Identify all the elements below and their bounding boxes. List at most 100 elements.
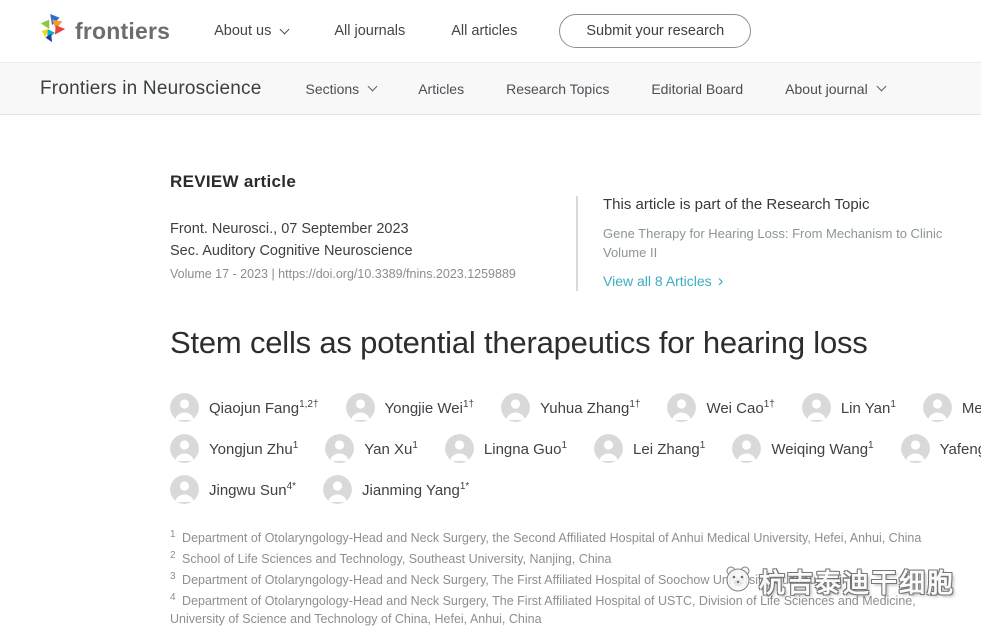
author[interactable]: Yafeng Yu3*: [901, 434, 981, 463]
author-avatar-icon: [923, 393, 952, 422]
chevron-down-icon: [368, 82, 378, 92]
nav-all-articles[interactable]: All articles: [451, 23, 517, 39]
journal-nav-articles[interactable]: Articles: [418, 81, 464, 97]
frontiers-logo[interactable]: frontiers: [38, 13, 170, 50]
author-row: Yongjun Zhu1 Yan Xu1 Lingna Guo1 Lei Zhang1…: [170, 434, 961, 463]
affiliation-line: 3 Department of Otolaryngology-Head and …: [170, 568, 960, 589]
affiliation-number: 3: [170, 571, 176, 582]
frontiers-logo-text: frontiers: [75, 18, 170, 45]
author[interactable]: Wei Cao1†: [667, 393, 774, 422]
author[interactable]: Mengdie Kong2: [923, 393, 981, 422]
author-avatar-icon: [170, 434, 199, 463]
author-avatar-icon: [594, 434, 623, 463]
journal-nav-bar: Frontiers in Neuroscience Sections Artic…: [0, 63, 981, 115]
author-name: Yongjie Wei1†: [385, 399, 475, 417]
author-affiliation-superscript: 1,2†: [299, 399, 318, 410]
article-header-section: REVIEW article Front. Neurosci., 07 Sept…: [0, 115, 981, 628]
journal-nav: Sections Articles Research Topics Editor…: [305, 81, 884, 97]
author-name: Jianming Yang1*: [362, 481, 469, 499]
author-affiliation-superscript: 1*: [460, 481, 469, 492]
author-avatar-icon: [170, 393, 199, 422]
nav-all-journals[interactable]: All journals: [334, 23, 405, 39]
frontiers-logo-icon: [38, 13, 68, 50]
author[interactable]: Jianming Yang1*: [323, 475, 469, 504]
author[interactable]: Lin Yan1: [802, 393, 896, 422]
top-nav: About us All journals All articles: [214, 23, 517, 39]
author-affiliation-superscript: 1†: [463, 399, 474, 410]
research-topic-title[interactable]: Gene Therapy for Hearing Loss: From Mech…: [603, 224, 973, 262]
author-affiliation-superscript: 1: [412, 440, 418, 451]
view-all-articles-label: View all 8 Articles: [603, 273, 712, 289]
author-name: Yuhua Zhang1†: [540, 399, 640, 417]
journal-nav-editorial-board[interactable]: Editorial Board: [651, 81, 743, 97]
author[interactable]: Yongjun Zhu1: [170, 434, 298, 463]
journal-nav-research-topics-label: Research Topics: [506, 81, 609, 97]
research-topic-box: This article is part of the Research Top…: [576, 196, 968, 291]
author-name: Yan Xu1: [364, 440, 418, 458]
author-avatar-icon: [501, 393, 530, 422]
author-row: Qiaojun Fang1,2† Yongjie Wei1† Yuhua Zhang…: [170, 393, 961, 422]
author-name: Yongjun Zhu1: [209, 440, 298, 458]
author-avatar-icon: [325, 434, 354, 463]
nav-all-articles-label: All articles: [451, 23, 517, 39]
journal-nav-articles-label: Articles: [418, 81, 464, 97]
research-topic-heading: This article is part of the Research Top…: [603, 196, 968, 213]
author-name: Lin Yan1: [841, 399, 896, 417]
article-meta-row: REVIEW article Front. Neurosci., 07 Sept…: [170, 172, 961, 291]
author-name: Wei Cao1†: [706, 399, 774, 417]
affiliation-line: 4 Department of Otolaryngology-Head and …: [170, 589, 960, 627]
author-affiliation-superscript: 1: [868, 440, 874, 451]
author-avatar-icon: [667, 393, 696, 422]
article-title: Stem cells as potential therapeutics for…: [170, 325, 961, 361]
citation-block: REVIEW article Front. Neurosci., 07 Sept…: [170, 172, 576, 291]
author-avatar-icon: [802, 393, 831, 422]
nav-about-us-label: About us: [214, 23, 271, 39]
author[interactable]: Yan Xu1: [325, 434, 418, 463]
view-all-articles-link[interactable]: View all 8 Articles ›: [603, 273, 723, 289]
citation-volume-doi: Volume 17 - 2023 | https://doi.org/10.33…: [170, 267, 576, 281]
journal-nav-research-topics[interactable]: Research Topics: [506, 81, 609, 97]
journal-nav-about-journal[interactable]: About journal: [785, 81, 885, 97]
author-affiliation-superscript: 1: [700, 440, 706, 451]
author[interactable]: Lingna Guo1: [445, 434, 567, 463]
journal-title[interactable]: Frontiers in Neuroscience: [40, 78, 261, 100]
authors-list: Qiaojun Fang1,2† Yongjie Wei1† Yuhua Zhang…: [170, 393, 961, 504]
author-name: Weiqing Wang1: [771, 440, 873, 458]
author-affiliation-superscript: 4*: [287, 481, 296, 492]
citation-section: Sec. Auditory Cognitive Neuroscience: [170, 240, 576, 262]
author-affiliation-superscript: 1†: [629, 399, 640, 410]
page: { "header": { "logo_text": "frontiers", …: [0, 0, 981, 602]
chevron-right-icon: ›: [718, 274, 724, 288]
author-avatar-icon: [346, 393, 375, 422]
author-name: Mengdie Kong2: [962, 399, 981, 417]
author-name: Lingna Guo1: [484, 440, 567, 458]
journal-nav-sections-label: Sections: [305, 81, 359, 97]
author-name: Qiaojun Fang1,2†: [209, 399, 319, 417]
affiliations-list: 1 Department of Otolaryngology-Head and …: [170, 526, 960, 628]
author-avatar-icon: [323, 475, 352, 504]
citation-journal-date: Front. Neurosci., 07 September 2023: [170, 218, 576, 240]
top-header: frontiers About us All journals All arti…: [0, 0, 981, 63]
journal-nav-sections[interactable]: Sections: [305, 81, 376, 97]
chevron-down-icon: [280, 24, 290, 34]
author[interactable]: Yongjie Wei1†: [346, 393, 475, 422]
nav-all-journals-label: All journals: [334, 23, 405, 39]
author[interactable]: Yuhua Zhang1†: [501, 393, 640, 422]
nav-about-us[interactable]: About us: [214, 23, 288, 39]
author[interactable]: Qiaojun Fang1,2†: [170, 393, 319, 422]
article-type-label: REVIEW article: [170, 172, 576, 192]
submit-research-button[interactable]: Submit your research: [559, 14, 751, 48]
author[interactable]: Weiqing Wang1: [732, 434, 873, 463]
author[interactable]: Lei Zhang1: [594, 434, 705, 463]
affiliation-line: 1 Department of Otolaryngology-Head and …: [170, 526, 960, 547]
author-name: Jingwu Sun4*: [209, 481, 296, 499]
author-affiliation-superscript: 1: [293, 440, 299, 451]
author-affiliation-superscript: 1: [890, 399, 896, 410]
author-name: Yafeng Yu3*: [940, 440, 981, 458]
affiliation-number: 2: [170, 550, 176, 561]
author-avatar-icon: [445, 434, 474, 463]
affiliation-line: 2 School of Life Sciences and Technology…: [170, 547, 960, 568]
affiliation-number: 1: [170, 529, 176, 540]
author-affiliation-superscript: 1†: [764, 399, 775, 410]
author[interactable]: Jingwu Sun4*: [170, 475, 296, 504]
